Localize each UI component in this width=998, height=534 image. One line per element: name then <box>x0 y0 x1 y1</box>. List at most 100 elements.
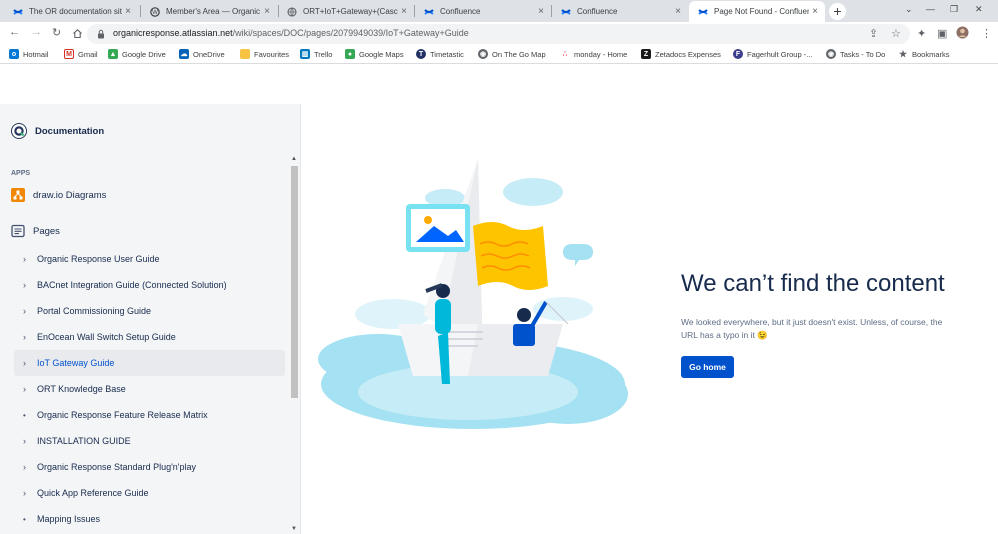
chevron-right-icon[interactable]: › <box>23 280 37 290</box>
maximize-icon[interactable]: ❐ <box>950 4 958 15</box>
page-tree-item[interactable]: › Quick App Reference Guide <box>14 480 285 506</box>
page-tree-label: Organic Response User Guide <box>37 254 160 264</box>
page-tree-item[interactable]: › EnOcean Wall Switch Setup Guide <box>14 324 285 350</box>
bookmark-tasks[interactable]: ◉ Tasks - To Do <box>826 49 885 59</box>
url-host: organicresponse.atlassian.net <box>113 28 233 38</box>
chevron-right-icon[interactable]: › <box>23 332 37 342</box>
globe-icon: ◉ <box>826 49 836 59</box>
go-home-button[interactable]: Go home <box>681 356 734 378</box>
page-tree-label: INSTALLATION GUIDE <box>37 436 131 446</box>
confluence-icon <box>698 8 708 15</box>
pages-label: Pages <box>33 225 60 237</box>
chevron-right-icon[interactable]: › <box>23 358 37 368</box>
bookmark-hotmail[interactable]: o Hotmail <box>9 49 48 59</box>
bookmark-label: Tasks - To Do <box>840 49 886 59</box>
bookmark-star-icon[interactable]: ☆ <box>891 27 901 40</box>
url-text[interactable]: organicresponse.atlassian.net/wiki/space… <box>113 28 469 38</box>
bookmark-label: Timetastic <box>430 49 464 59</box>
minimize-icon[interactable]: — <box>926 4 935 14</box>
confluence-page: Documentation APPS draw.io Diagrams Page… <box>0 64 998 534</box>
page-tree-item[interactable]: • Organic Response Feature Release Matrix <box>14 402 285 428</box>
tab-confluence-2[interactable]: Confluence × <box>552 1 688 22</box>
bookmarks-bar: o Hotmail M Gmail ▲ Google Drive ☁ OneDrive … <box>0 46 998 64</box>
close-icon[interactable]: × <box>535 6 547 17</box>
chevron-right-icon[interactable]: › <box>23 254 37 264</box>
tab-or-documentation[interactable]: The OR documentation site × <box>4 1 138 22</box>
fagerhult-icon: F <box>733 49 743 59</box>
page-tree-item[interactable]: › Organic Response Standard Plug'n'play <box>14 454 285 480</box>
bookmark-favourites[interactable]: Favourites <box>240 49 289 59</box>
chevron-right-icon[interactable]: › <box>23 436 37 446</box>
bookmark-folder-bookmarks[interactable]: ★ Bookmarks <box>898 49 950 59</box>
page-tree-item[interactable]: • Mapping Issues <box>14 506 285 532</box>
chevron-right-icon[interactable]: › <box>23 384 37 394</box>
profile-avatar-icon[interactable] <box>956 26 969 39</box>
pages-section[interactable]: Pages <box>11 224 60 238</box>
new-tab-button[interactable]: + <box>829 3 846 20</box>
close-icon[interactable]: × <box>809 6 821 17</box>
page-tree-item[interactable]: › IoT Gateway Guide <box>14 350 285 376</box>
chevron-right-icon[interactable]: › <box>23 462 37 472</box>
tab-title: ORT+IoT+Gateway+(Casca <box>303 7 398 16</box>
page-tree-item[interactable]: › INSTALLATION GUIDE <box>14 428 285 454</box>
close-icon[interactable]: × <box>122 6 134 17</box>
side-panel-icon[interactable]: ▣ <box>937 27 947 40</box>
bookmark-fagerhult[interactable]: F Fagerhult Group -... <box>733 49 812 59</box>
apps-heading: APPS <box>11 170 31 177</box>
tab-ort-iot-gateway[interactable]: ORT+IoT+Gateway+(Casca × <box>278 1 414 22</box>
window-close-icon[interactable]: ✕ <box>975 4 983 15</box>
bookmark-label: Zetadocs Expenses <box>655 49 721 59</box>
bookmark-timetastic[interactable]: T Timetastic <box>416 49 464 59</box>
lock-icon[interactable] <box>97 29 105 39</box>
page-tree-label: Organic Response Standard Plug'n'play <box>37 462 197 472</box>
page-tree-item[interactable]: › ORT Knowledge Base <box>14 376 285 402</box>
space-header[interactable]: Documentation <box>11 123 104 139</box>
extensions-icon[interactable]: ✦ <box>917 27 926 40</box>
bookmark-monday[interactable]: ∴ monday - Home <box>560 49 627 59</box>
scroll-down-arrow-icon[interactable]: ▼ <box>291 526 297 532</box>
space-name: Documentation <box>35 125 105 137</box>
globe-icon: ◉ <box>478 49 488 59</box>
tab-confluence-1[interactable]: Confluence × <box>415 1 551 22</box>
bookmark-label: Hotmail <box>23 49 49 59</box>
app-label: draw.io Diagrams <box>33 189 107 201</box>
google-drive-icon: ▲ <box>108 49 118 59</box>
page-tree-label: Mapping Issues <box>37 514 101 524</box>
page-tree-label: BACnet Integration Guide (Connected Solu… <box>37 280 227 290</box>
bookmark-trello[interactable]: ▥ Trello <box>300 49 332 59</box>
sidebar-scrollbar[interactable]: ▲ ▼ <box>289 156 299 534</box>
share-icon[interactable]: ⇪ <box>869 27 878 40</box>
chevron-right-icon[interactable]: › <box>23 488 37 498</box>
forward-arrow-icon[interactable]: → <box>31 26 42 38</box>
reload-icon[interactable]: ↻ <box>52 26 61 39</box>
pages-icon <box>11 224 25 238</box>
close-icon[interactable]: × <box>261 6 273 17</box>
close-icon[interactable]: × <box>672 6 684 17</box>
page-tree-item[interactable]: › Organic Response User Guide <box>14 246 285 272</box>
svg-text:W: W <box>152 10 158 16</box>
menu-kebab-icon[interactable]: ⋮ <box>981 27 992 40</box>
scroll-up-arrow-icon[interactable]: ▲ <box>291 156 297 162</box>
app-drawio[interactable]: draw.io Diagrams <box>11 188 106 202</box>
close-icon[interactable]: × <box>398 6 410 17</box>
tab-page-not-found[interactable]: Page Not Found - Confluen × <box>689 1 825 22</box>
tab-search-icon[interactable]: ⌄ <box>905 4 913 15</box>
bookmark-label: Trello <box>314 49 333 59</box>
page-tree-item[interactable]: › Portal Commissioning Guide <box>14 298 285 324</box>
bookmark-google-drive[interactable]: ▲ Google Drive <box>108 49 166 59</box>
tab-members-area[interactable]: W Member's Area — Organic × <box>141 1 277 22</box>
scrollbar-thumb[interactable] <box>291 166 298 398</box>
bookmark-gmail[interactable]: M Gmail <box>64 49 98 59</box>
bookmark-google-maps[interactable]: ● Google Maps <box>345 49 404 59</box>
address-bar[interactable]: organicresponse.atlassian.net/wiki/space… <box>87 24 910 44</box>
url-path: /wiki/spaces/DOC/pages/2079949039/IoT+Ga… <box>232 28 469 38</box>
page-tree-item[interactable]: › BACnet Integration Guide (Connected Sol… <box>14 272 285 298</box>
bookmark-label: monday - Home <box>574 49 628 59</box>
bookmark-zetadocs[interactable]: Z Zetadocs Expenses <box>641 49 721 59</box>
home-icon[interactable] <box>72 28 83 39</box>
back-arrow-icon[interactable]: ← <box>9 26 20 38</box>
chevron-right-icon[interactable]: › <box>23 306 37 316</box>
tab-title: Member's Area — Organic <box>166 7 261 16</box>
bookmark-onedrive[interactable]: ☁ OneDrive <box>179 49 225 59</box>
bookmark-on-the-go-map[interactable]: ◉ On The Go Map <box>478 49 546 59</box>
